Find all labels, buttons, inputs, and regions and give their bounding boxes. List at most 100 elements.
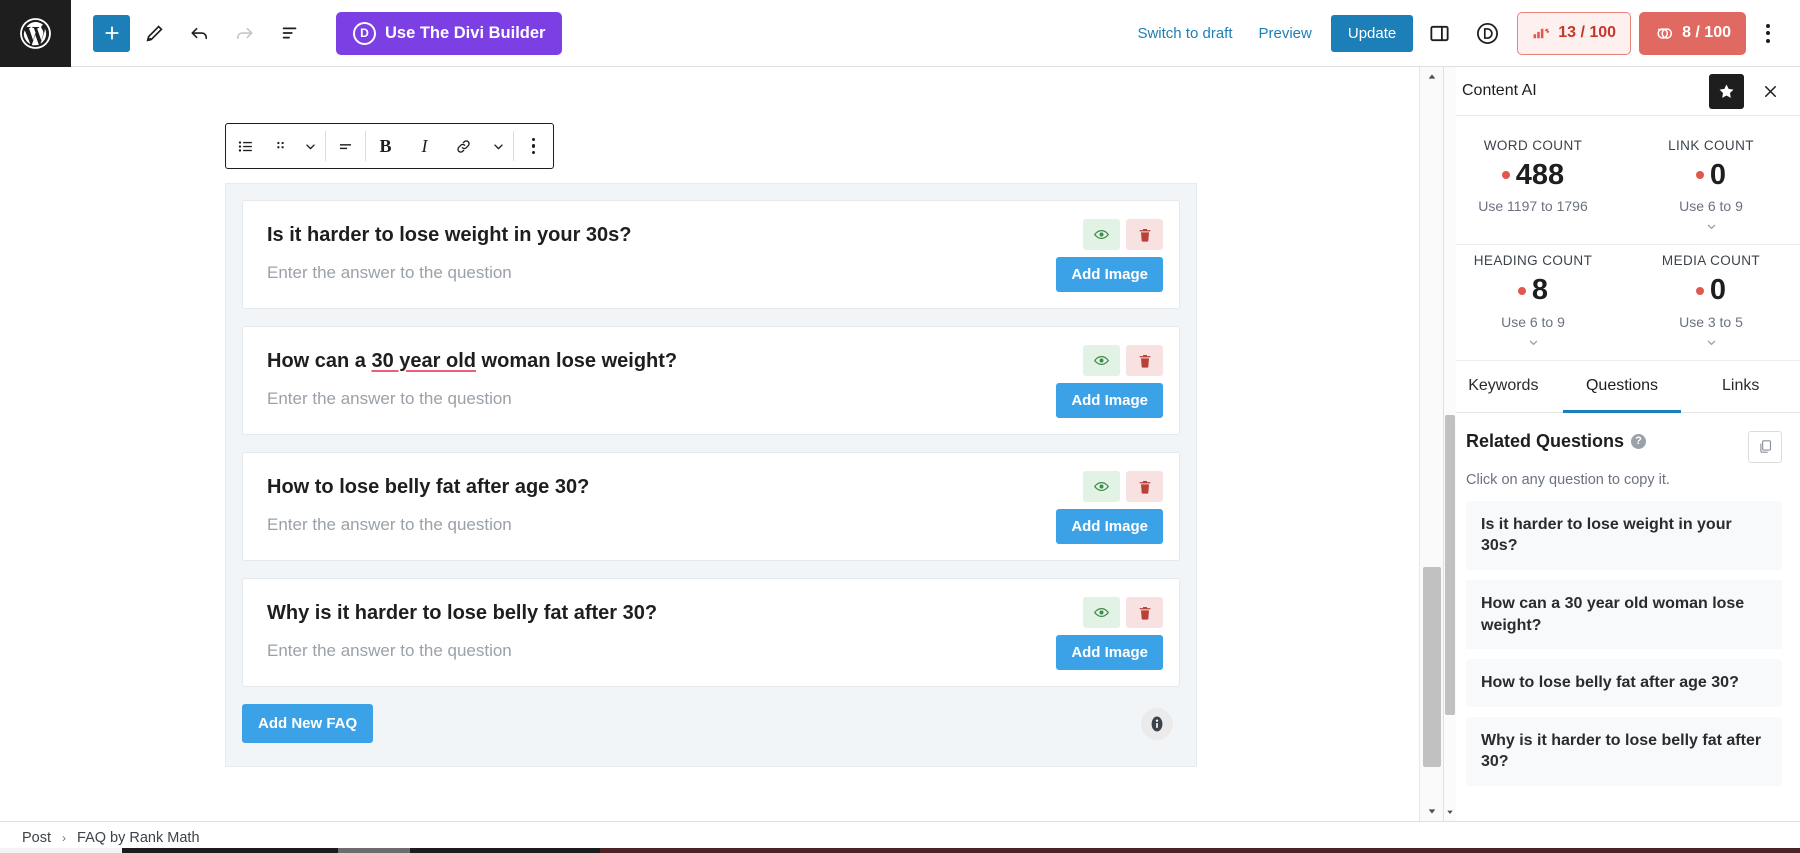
trash-icon[interactable] (1126, 219, 1163, 250)
tab-keywords[interactable]: Keywords (1444, 361, 1563, 413)
update-button[interactable]: Update (1331, 15, 1413, 52)
sidebar-scrollbar-thumb[interactable] (1445, 415, 1455, 715)
chevron-down-more-icon[interactable] (483, 124, 513, 168)
kebab-menu-icon[interactable] (1750, 11, 1786, 55)
copy-icon[interactable] (1748, 431, 1782, 463)
faq-item[interactable]: Why is it harder to lose belly fat after… (242, 578, 1180, 687)
add-image-button[interactable]: Add Image (1056, 509, 1163, 544)
scrollbar-track[interactable] (1420, 87, 1444, 801)
stats-row-1: WORD COUNT 488 Use 1197 to 1796 LINK COU… (1444, 130, 1800, 245)
add-image-button[interactable]: Add Image (1056, 383, 1163, 418)
bold-icon[interactable]: B (366, 124, 405, 168)
divi-toggle-icon[interactable] (1465, 11, 1509, 55)
trash-icon[interactable] (1126, 471, 1163, 502)
faq-item[interactable]: Is it harder to lose weight in your 30s?… (242, 200, 1180, 309)
taskbar-segment-gray (338, 848, 410, 853)
chevron-down-icon[interactable] (1628, 335, 1794, 350)
block-options-icon[interactable] (514, 124, 553, 168)
faq-answer-placeholder[interactable]: Enter the answer to the question (267, 641, 1155, 661)
tab-questions[interactable]: Questions (1563, 361, 1682, 413)
scrollbar-thumb[interactable] (1423, 567, 1441, 767)
trash-icon[interactable] (1126, 345, 1163, 376)
faq-question-pre: How can a (267, 350, 371, 372)
seo-score-badge[interactable]: 13 / 100 (1517, 12, 1631, 55)
edit-pencil-icon[interactable] (134, 13, 175, 54)
stat-hint: Use 1197 to 1796 (1450, 198, 1616, 214)
faq-item[interactable]: How to lose belly fat after age 30? Ente… (242, 452, 1180, 561)
sidebar-title: Content AI (1462, 82, 1699, 100)
taskbar-segment-maroon (600, 848, 1800, 853)
stat-label: MEDIA COUNT (1628, 253, 1794, 268)
undo-icon[interactable] (179, 13, 220, 54)
faq-question[interactable]: How to lose belly fat after age 30? (267, 474, 1155, 501)
add-new-faq-button[interactable]: Add New FAQ (242, 704, 373, 743)
redo-icon[interactable] (224, 13, 265, 54)
list-view-icon[interactable] (226, 124, 265, 168)
star-icon[interactable] (1709, 74, 1744, 109)
faq-question[interactable]: How can a 30 year old woman lose weight? (267, 348, 1155, 375)
stat-heading-count: HEADING COUNT 8 Use 6 to 9 (1444, 245, 1622, 359)
wordpress-logo-icon[interactable] (0, 0, 71, 67)
wordpress-block-editor: D Use The Divi Builder Switch to draft P… (0, 0, 1800, 853)
related-question-item[interactable]: Why is it harder to lose belly fat after… (1466, 717, 1782, 786)
chevron-down-icon[interactable] (295, 124, 325, 168)
status-dot (1502, 171, 1510, 179)
link-icon[interactable] (444, 124, 483, 168)
faq-answer-placeholder[interactable]: Enter the answer to the question (267, 389, 1155, 409)
close-icon[interactable] (1754, 75, 1786, 107)
faq-answer-placeholder[interactable]: Enter the answer to the question (267, 263, 1155, 283)
related-question-item[interactable]: Is it harder to lose weight in your 30s? (1466, 501, 1782, 570)
faq-item-actions (1083, 597, 1163, 628)
content-ai-score-badge[interactable]: 8 / 100 (1639, 12, 1746, 55)
faq-item[interactable]: How can a 30 year old woman lose weight?… (242, 326, 1180, 435)
info-icon[interactable] (1141, 708, 1173, 740)
stat-value-wrap: 0 (1628, 160, 1794, 190)
breadcrumb-separator-icon: › (62, 831, 66, 845)
breadcrumb-faq-by-rank-math[interactable]: FAQ by Rank Math (77, 830, 200, 846)
content-ai-sidebar: Content AI WORD COUNT 488 Us (1443, 67, 1800, 821)
preview-button[interactable]: Preview (1246, 17, 1325, 50)
sidebar-tabs: Keywords Questions Links (1444, 361, 1800, 413)
faq-by-rank-math-block[interactable]: Is it harder to lose weight in your 30s?… (225, 183, 1197, 767)
italic-icon[interactable]: I (405, 124, 444, 168)
scroll-down-arrow-icon[interactable] (1420, 801, 1444, 821)
add-image-button[interactable]: Add Image (1056, 257, 1163, 292)
sidebar-panel-icon[interactable] (1417, 11, 1461, 55)
tab-links[interactable]: Links (1681, 361, 1800, 413)
eye-icon[interactable] (1083, 597, 1120, 628)
help-icon[interactable]: ? (1631, 434, 1646, 449)
stat-value-wrap: 488 (1450, 160, 1616, 190)
eye-icon[interactable] (1083, 345, 1120, 376)
use-divi-builder-button[interactable]: D Use The Divi Builder (336, 12, 562, 55)
add-block-button[interactable] (93, 15, 130, 52)
stat-media-count: MEDIA COUNT 0 Use 3 to 5 (1622, 245, 1800, 359)
related-question-item[interactable]: How to lose belly fat after age 30? (1466, 659, 1782, 707)
content-ai-stats: WORD COUNT 488 Use 1197 to 1796 LINK COU… (1444, 116, 1800, 361)
editor-canvas: d help you stay motivated. (0, 67, 1443, 821)
related-questions-title: Related Questions (1466, 431, 1624, 452)
eye-icon[interactable] (1083, 471, 1120, 502)
chevron-down-icon[interactable] (1628, 219, 1794, 234)
grid-view-icon[interactable] (265, 124, 295, 168)
breadcrumb-post[interactable]: Post (22, 830, 51, 846)
scroll-up-arrow-icon[interactable] (1420, 67, 1444, 87)
os-taskbar (0, 848, 1800, 853)
faq-question[interactable]: Why is it harder to lose belly fat after… (267, 600, 1155, 627)
faq-question-post: woman lose weight? (476, 350, 677, 372)
align-text-icon[interactable] (326, 124, 365, 168)
faq-question[interactable]: Is it harder to lose weight in your 30s? (267, 222, 1155, 249)
faq-answer-placeholder[interactable]: Enter the answer to the question (267, 515, 1155, 535)
faq-item-actions (1083, 471, 1163, 502)
document-overview-icon[interactable] (269, 13, 310, 54)
chevron-down-icon[interactable] (1450, 335, 1616, 350)
add-image-button[interactable]: Add Image (1056, 635, 1163, 670)
faq-item-actions (1083, 345, 1163, 376)
related-question-item[interactable]: How can a 30 year old woman lose weight? (1466, 580, 1782, 649)
sidebar-scroll-down-arrow-icon[interactable] (1444, 805, 1456, 819)
editor-scrollbar[interactable] (1419, 67, 1443, 821)
stat-hint: Use 6 to 9 (1628, 198, 1794, 214)
switch-to-draft-button[interactable]: Switch to draft (1124, 17, 1245, 50)
trash-icon[interactable] (1126, 597, 1163, 628)
eye-icon[interactable] (1083, 219, 1120, 250)
sidebar-scrollbar[interactable] (1444, 67, 1456, 821)
